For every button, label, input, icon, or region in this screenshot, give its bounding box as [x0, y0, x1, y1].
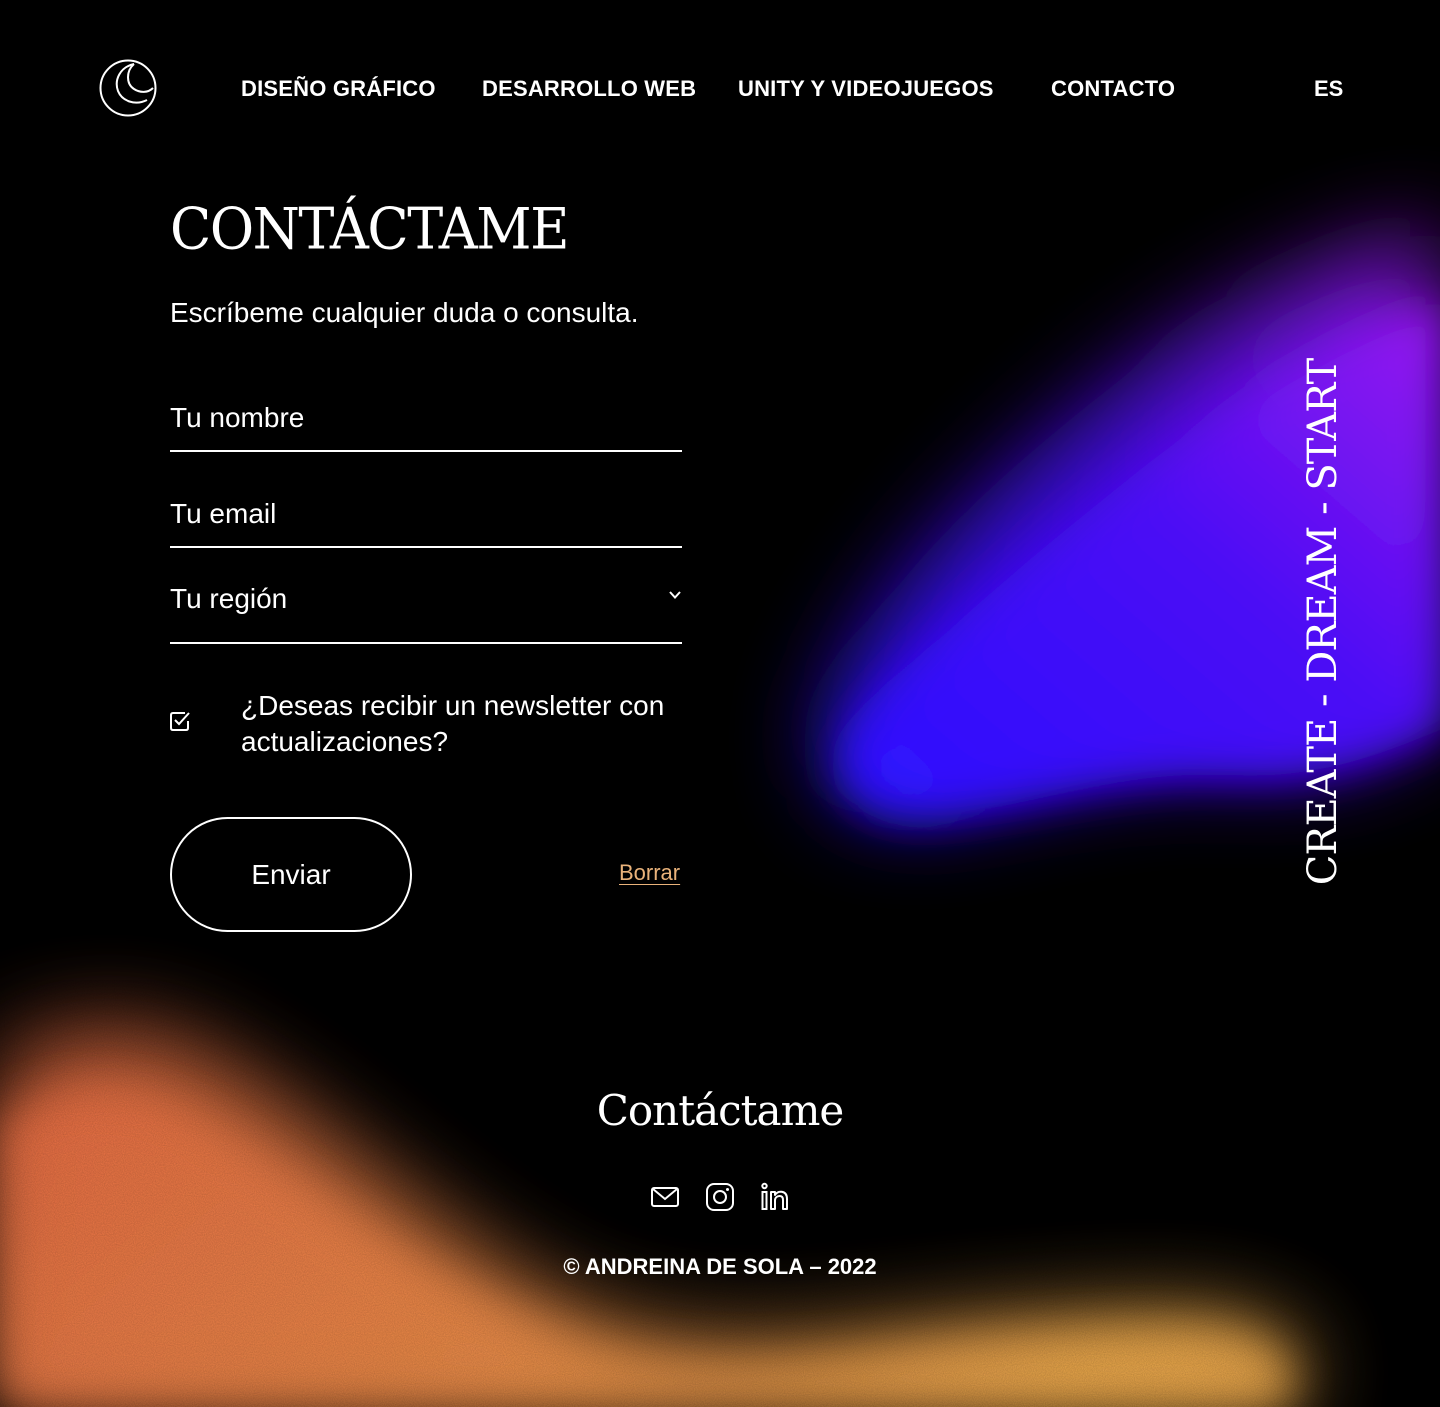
nav-link-contacto[interactable]: CONTACTO	[1051, 76, 1175, 102]
newsletter-label: ¿Deseas recibir un newsletter con actual…	[241, 690, 665, 757]
newsletter-checkbox[interactable]	[169, 710, 191, 732]
footer-contact-link[interactable]: Contáctame	[597, 1086, 845, 1135]
purple-blob	[822, 230, 1440, 816]
region-select-value: Tu región	[170, 583, 288, 614]
page-title: CONTÁCTAME	[170, 196, 570, 263]
nav-link-desarrollo-web[interactable]: DESARROLLO WEB	[482, 76, 696, 102]
region-select[interactable]: Tu región	[170, 582, 682, 644]
email-field-wrapper	[170, 486, 682, 548]
nav-link-diseno-grafico[interactable]: DISEÑO GRÁFICO	[241, 76, 436, 102]
vertical-tagline: CREATE - DREAM - START	[1300, 358, 1346, 886]
mail-icon[interactable]	[650, 1182, 680, 1212]
reset-link[interactable]: Borrar	[619, 860, 680, 886]
name-input[interactable]	[170, 390, 682, 446]
language-switcher[interactable]: ES	[1314, 76, 1343, 102]
nav-link-unity-videojuegos[interactable]: UNITY Y VIDEOJUEGOS	[738, 76, 994, 102]
contact-page: DISEÑO GRÁFICO DESARROLLO WEB UNITY Y VI…	[0, 0, 1440, 1407]
submit-button[interactable]: Enviar	[170, 817, 412, 932]
intro-text: Escríbeme cualquier duda o consulta.	[170, 297, 639, 328]
chevron-down-icon	[669, 591, 681, 599]
instagram-icon[interactable]	[705, 1182, 735, 1212]
moon-logo-icon[interactable]	[98, 58, 158, 118]
email-input[interactable]	[170, 486, 682, 542]
copyright-text: © ANDREINA DE SOLA – 2022	[563, 1254, 877, 1279]
name-field-wrapper	[170, 390, 682, 452]
linkedin-icon[interactable]	[760, 1182, 790, 1212]
